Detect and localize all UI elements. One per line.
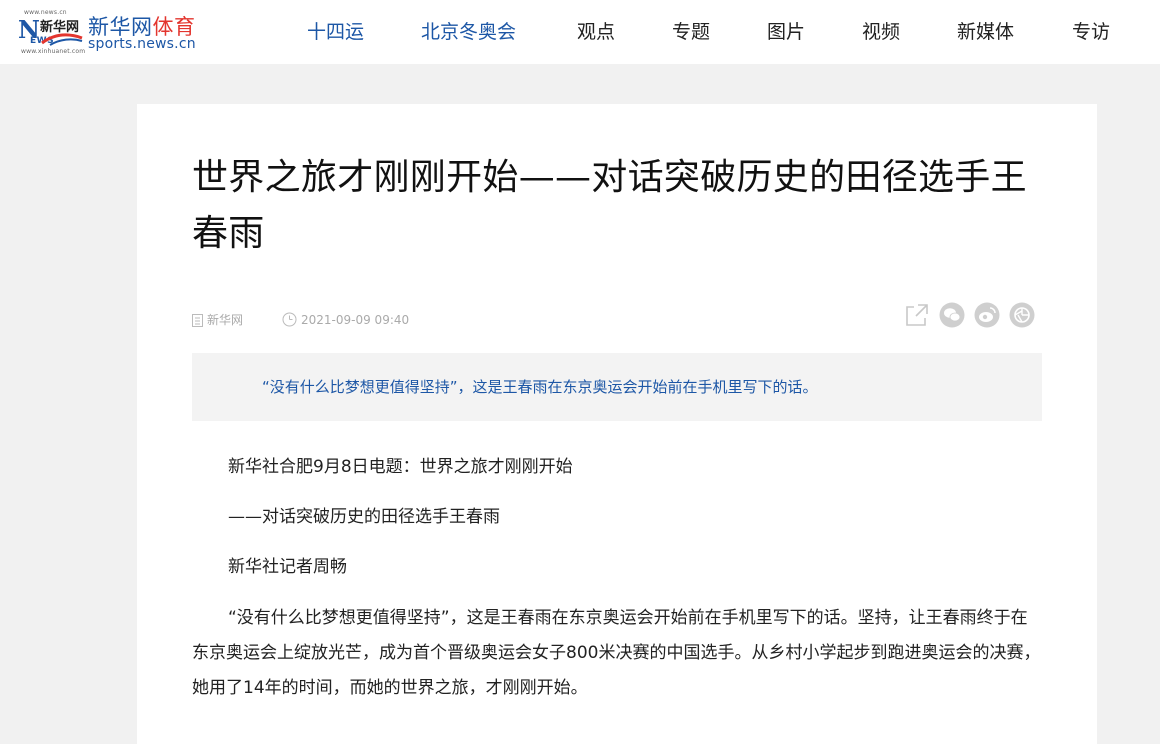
article-title: 世界之旅才刚刚开始——对话突破历史的田径选手王春雨 — [192, 157, 1027, 254]
clock-icon — [282, 312, 297, 327]
nav-item-new-media[interactable]: 新媒体 — [957, 18, 1014, 46]
article-paragraph: “没有什么比梦想更值得坚持”，这是王春雨在东京奥运会开始前在手机里写下的话。坚持… — [192, 608, 1041, 698]
article-paragraph: 新华社合肥9月8日电题：世界之旅才刚刚开始 — [228, 457, 573, 477]
share-link-icon[interactable] — [904, 302, 930, 328]
article-paragraph: 新华社记者周畅 — [228, 557, 347, 577]
main-nav: 十四运 北京冬奥会 观点 专题 图片 视频 新媒体 专访 — [0, 18, 1160, 46]
nav-item-pictures[interactable]: 图片 — [767, 18, 805, 46]
nav-item-topics[interactable]: 专题 — [672, 18, 710, 46]
wechat-icon[interactable] — [939, 302, 965, 328]
article-source-label: 新华网 — [207, 313, 244, 327]
nav-item-opinion[interactable]: 观点 — [577, 18, 615, 46]
nav-item-fourteenth-games[interactable]: 十四运 — [307, 18, 364, 46]
document-icon — [192, 314, 203, 327]
nav-item-video[interactable]: 视频 — [862, 18, 900, 46]
moments-icon[interactable] — [1009, 302, 1035, 328]
article-summary-box: “没有什么比梦想更值得坚持”，这是王春雨在东京奥运会开始前在手机里写下的话。 — [192, 353, 1042, 421]
article-summary: “没有什么比梦想更值得坚持”，这是王春雨在东京奥运会开始前在手机里写下的话。 — [262, 378, 818, 396]
nav-item-interviews[interactable]: 专访 — [1072, 18, 1110, 46]
article-paragraph: ——对话突破历史的田径选手王春雨 — [228, 507, 500, 527]
article-card: 世界之旅才刚刚开始——对话突破历史的田径选手王春雨 新华网 2021-09-09… — [137, 104, 1097, 744]
logo-domain-bottom: www.xinhuanet.com — [21, 48, 86, 55]
nav-item-beijing-winter-olympics[interactable]: 北京冬奥会 — [421, 18, 516, 46]
article-time: 2021-09-09 09:40 — [282, 310, 409, 330]
article-time-label: 2021-09-09 09:40 — [301, 313, 410, 327]
top-navigation-bar: www.news.cn N 新华网 EWS www.xinhuanet.com … — [0, 0, 1160, 64]
weibo-icon[interactable] — [974, 302, 1000, 328]
article-source: 新华网 — [192, 310, 243, 330]
